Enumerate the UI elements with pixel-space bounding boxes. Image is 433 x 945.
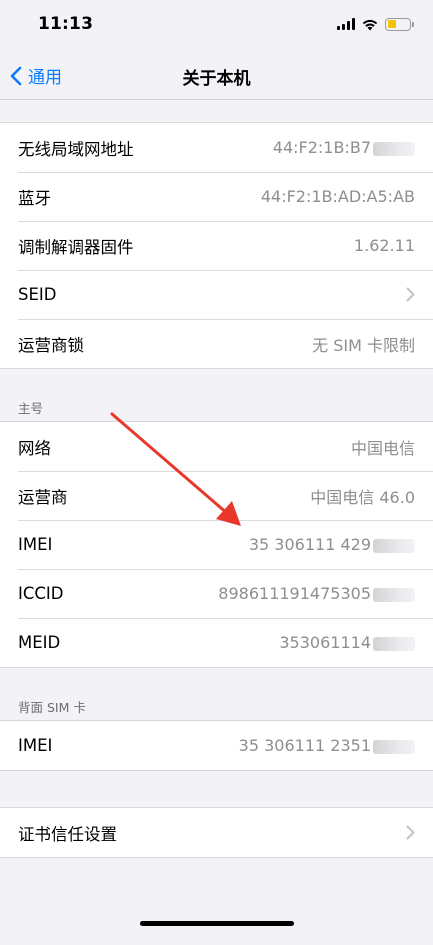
row-value: 353061114 <box>279 633 415 652</box>
row-label: 无线局域网地址 <box>18 139 134 159</box>
list-item-modem-firmware: 调制解调器固件 1.62.11 <box>0 221 433 270</box>
row-value: 35 306111 2351 <box>239 736 415 755</box>
device-info-group: 无线局域网地址 44:F2:1B:B7 蓝牙 44:F2:1B:AD:A5:AB… <box>0 122 433 369</box>
row-label: 调制解调器固件 <box>18 237 134 257</box>
list-item-carrier-lock: 运营商锁 无 SIM 卡限制 <box>0 319 433 368</box>
chevron-right-icon <box>406 287 415 302</box>
row-value: 中国电信 <box>350 438 415 458</box>
row-label: SEID <box>18 285 57 304</box>
cellular-signal-icon <box>337 18 355 30</box>
list-item-network: 网络 中国电信 <box>0 422 433 471</box>
row-label: IMEI <box>18 736 53 755</box>
row-label: 蓝牙 <box>18 188 51 208</box>
status-icons <box>337 16 414 32</box>
row-label: MEID <box>18 633 61 652</box>
row-label: ICCID <box>18 584 64 603</box>
list-item-wifi-address: 无线局域网地址 44:F2:1B:B7 <box>0 123 433 172</box>
certificate-group: 证书信任设置 <box>0 807 433 858</box>
row-value: 中国电信 46.0 <box>310 487 415 507</box>
navigation-bar: 通用 关于本机 <box>0 50 433 100</box>
row-label: 运营商 <box>18 487 68 507</box>
wifi-icon <box>362 19 378 30</box>
row-value: 无 SIM 卡限制 <box>312 335 415 355</box>
home-indicator[interactable] <box>140 921 294 926</box>
status-bar: 11:13 <box>0 0 433 50</box>
row-value: 1.62.11 <box>353 236 415 255</box>
status-time: 11:13 <box>38 14 94 34</box>
list-item-imei-secondary: IMEI 35 306111 2351 <box>0 721 433 770</box>
list-item-carrier: 运营商 中国电信 46.0 <box>0 471 433 520</box>
primary-line-group: 网络 中国电信 运营商 中国电信 46.0 IMEI 35 306111 429… <box>0 421 433 668</box>
row-value: 35 306111 429 <box>249 535 415 554</box>
list-item-meid: MEID 353061114 <box>0 618 433 667</box>
row-value: 898611191475305 <box>218 584 415 603</box>
row-label: IMEI <box>18 535 53 554</box>
battery-icon <box>385 17 414 31</box>
row-label: 网络 <box>18 438 51 458</box>
chevron-right-icon <box>406 825 415 840</box>
list-item-bluetooth: 蓝牙 44:F2:1B:AD:A5:AB <box>0 172 433 221</box>
row-value: 44:F2:1B:AD:A5:AB <box>260 187 415 206</box>
section-header-primary: 主号 <box>18 401 44 416</box>
list-item-certificate-trust[interactable]: 证书信任设置 <box>0 808 433 857</box>
row-label: 运营商锁 <box>18 335 84 355</box>
row-label: 证书信任设置 <box>18 824 117 844</box>
section-header-back-sim: 背面 SIM 卡 <box>18 700 86 715</box>
back-sim-group: IMEI 35 306111 2351 <box>0 720 433 771</box>
list-item-seid[interactable]: SEID <box>0 270 433 319</box>
page-title: 关于本机 <box>182 69 251 89</box>
list-item-iccid: ICCID 898611191475305 <box>0 569 433 618</box>
list-item-imei: IMEI 35 306111 429 <box>0 520 433 569</box>
row-value: 44:F2:1B:B7 <box>273 138 415 157</box>
